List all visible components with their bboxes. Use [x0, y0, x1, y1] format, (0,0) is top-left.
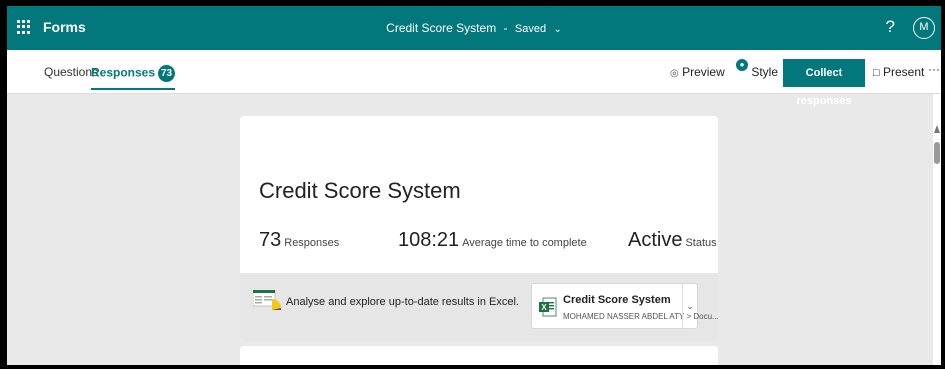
svg-text:X: X: [541, 303, 547, 312]
avg-time-stat: 108:21 Average time to complete: [398, 229, 587, 252]
present-button[interactable]: □ Present: [873, 65, 924, 79]
tab-questions-label: Questions: [44, 65, 99, 79]
summary-title: Credit Score System: [259, 178, 461, 203]
palette-icon: ●: [736, 59, 748, 71]
status-value: Active: [628, 229, 683, 251]
title-separator: -: [503, 21, 508, 35]
responses-label: Responses: [284, 237, 340, 249]
app-window: Forms Credit Score System - Saved ⌄ ? M …: [7, 6, 941, 365]
tab-responses[interactable]: Responses 73: [91, 65, 176, 90]
top-bar: Forms Credit Score System - Saved ⌄ ? M: [7, 6, 941, 50]
monitor-icon: □: [873, 67, 880, 79]
avg-time-label: Average time to complete: [462, 237, 587, 249]
tab-responses-label: Responses: [91, 65, 156, 80]
excel-file-icon: X: [539, 297, 557, 317]
chevron-down-icon[interactable]: ⌄: [682, 284, 697, 328]
responses-detail-card: [240, 346, 718, 365]
tab-questions[interactable]: Questions: [44, 65, 98, 79]
chevron-down-icon[interactable]: ⌄: [553, 24, 561, 35]
excel-file-button[interactable]: X Credit Score System MOHAMED NASSER ABD…: [531, 283, 718, 329]
summary-card: Credit Score System 73 Responses 108:21 Av…: [240, 116, 718, 341]
avatar[interactable]: M: [913, 17, 935, 39]
form-title-area[interactable]: Credit Score System - Saved ⌄: [7, 21, 941, 35]
excel-file-name: Credit Score System: [563, 294, 671, 306]
form-title: Credit Score System: [386, 21, 497, 35]
collect-responses-button[interactable]: Collect responses: [783, 59, 865, 107]
more-options-icon[interactable]: ···: [928, 62, 940, 76]
page-scrollbar[interactable]: [933, 94, 941, 365]
help-icon[interactable]: ?: [886, 17, 895, 37]
preview-label: Preview: [682, 65, 725, 79]
responses-value: 73: [259, 229, 282, 251]
scrollbar-thumb[interactable]: [934, 142, 940, 164]
scroll-up-icon[interactable]: [934, 125, 940, 133]
excel-prompt: Analyse and explore up-to-date results i…: [286, 296, 519, 308]
save-status: Saved: [514, 23, 547, 35]
nav-bar: Questions Responses 73 ◎ Preview ● Style …: [7, 50, 941, 107]
responses-count-badge: 73: [158, 65, 176, 82]
status-stat: Active Status: [628, 229, 717, 252]
status-label: Status: [685, 237, 717, 249]
excel-bar: Analyse and explore up-to-date results i…: [240, 273, 718, 341]
responses-stat: 73 Responses: [259, 229, 339, 252]
preview-button[interactable]: ◎ Preview: [670, 65, 725, 79]
style-button[interactable]: ● Style: [736, 59, 778, 79]
avg-time-value: 108:21: [398, 229, 460, 251]
present-label: Present: [883, 65, 925, 79]
excel-chart-icon: [253, 290, 281, 310]
eye-icon: ◎: [670, 68, 679, 79]
style-label: Style: [751, 65, 779, 79]
